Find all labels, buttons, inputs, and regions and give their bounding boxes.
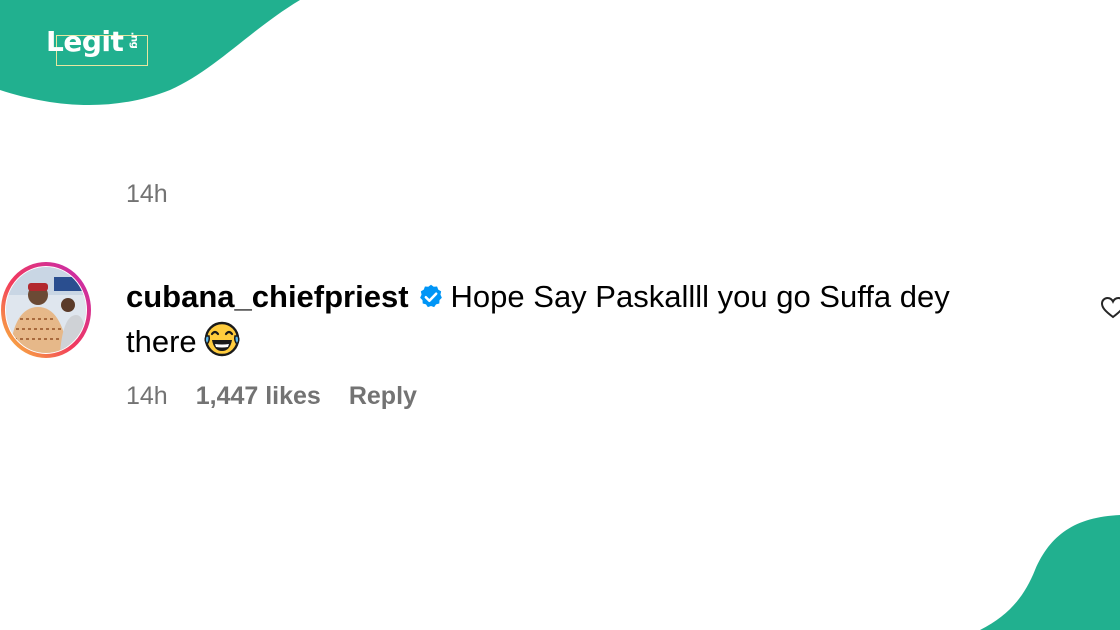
comment-text-line1: Hope Say Paskallll you go Suffa dey	[450, 279, 950, 314]
post-timestamp: 14h	[126, 180, 168, 208]
likes-count-button[interactable]: 1,447 likes	[196, 382, 321, 411]
brand-corner-shape-bottom	[980, 515, 1120, 630]
tears-of-joy-emoji-icon	[204, 321, 240, 357]
comment-timestamp: 14h	[126, 382, 168, 410]
brand-corner-shape	[0, 0, 300, 106]
avatar-photo	[6, 267, 86, 353]
comment-meta: 14h 1,447 likes Reply	[126, 382, 417, 411]
comment-text-line2: there	[126, 324, 197, 359]
comment-username[interactable]: cubana_chiefpriest	[126, 279, 409, 314]
logo-tld: .ng	[128, 31, 140, 49]
brand-logo[interactable]: Legit .ng	[46, 28, 142, 56]
reply-button[interactable]: Reply	[349, 382, 417, 411]
avatar[interactable]	[6, 267, 86, 353]
logo-text: Legit	[46, 25, 124, 58]
comment-body: cubana_chiefpriest Hope Say Paskallll yo…	[126, 274, 1026, 364]
heart-icon[interactable]	[1100, 296, 1120, 320]
verified-badge-icon	[419, 284, 442, 308]
